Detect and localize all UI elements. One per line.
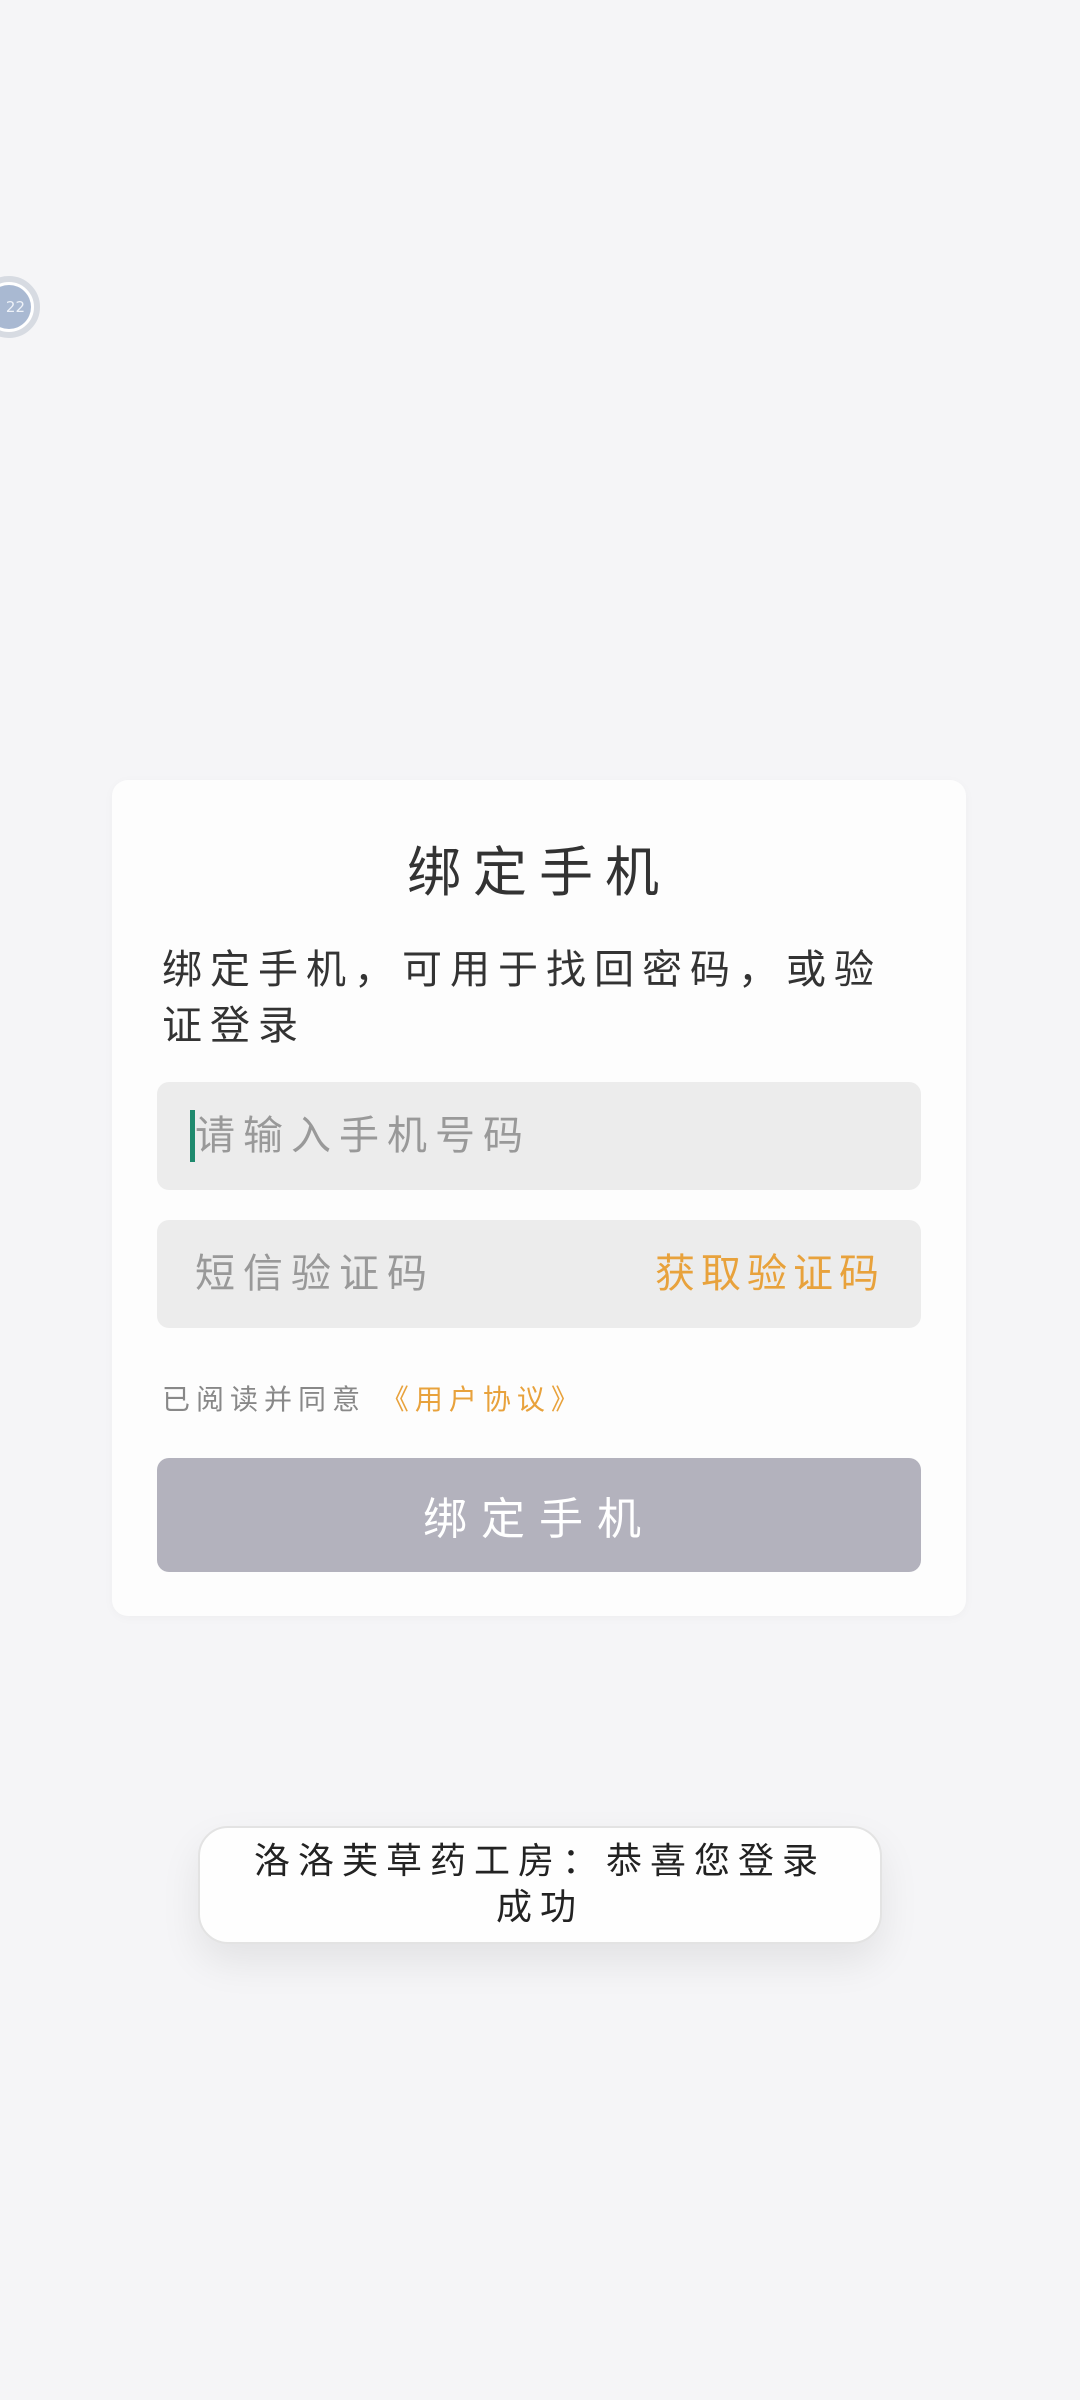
get-code-button[interactable]: 获取验证码 (655, 1220, 885, 1328)
floating-ball-label: 22 (0, 285, 31, 329)
agreement-prefix: 已阅读并同意 (162, 1383, 367, 1416)
agreement-text: 已阅读并同意 《用户协议》 (162, 1378, 585, 1418)
bind-phone-button[interactable]: 绑定手机 (157, 1458, 921, 1572)
card-title: 绑定手机 (407, 841, 671, 904)
floating-assist-ball[interactable]: 22 (0, 276, 40, 338)
sms-code-field[interactable]: 获取验证码 (157, 1220, 921, 1328)
user-agreement-link[interactable]: 《用户协议》 (381, 1383, 585, 1416)
phone-field[interactable] (157, 1082, 921, 1190)
card-description: 绑定手机，可用于找回密码，或验证登录 (162, 947, 882, 1049)
sms-code-input[interactable] (195, 1220, 675, 1328)
toast-message: 洛洛芙草药工房：恭喜您登录成功 (198, 1826, 882, 1944)
phone-input[interactable] (195, 1082, 675, 1190)
bind-phone-card: 绑定手机 绑定手机，可用于找回密码，或验证登录 获取验证码 已阅读并同意 《用户… (112, 780, 966, 1616)
